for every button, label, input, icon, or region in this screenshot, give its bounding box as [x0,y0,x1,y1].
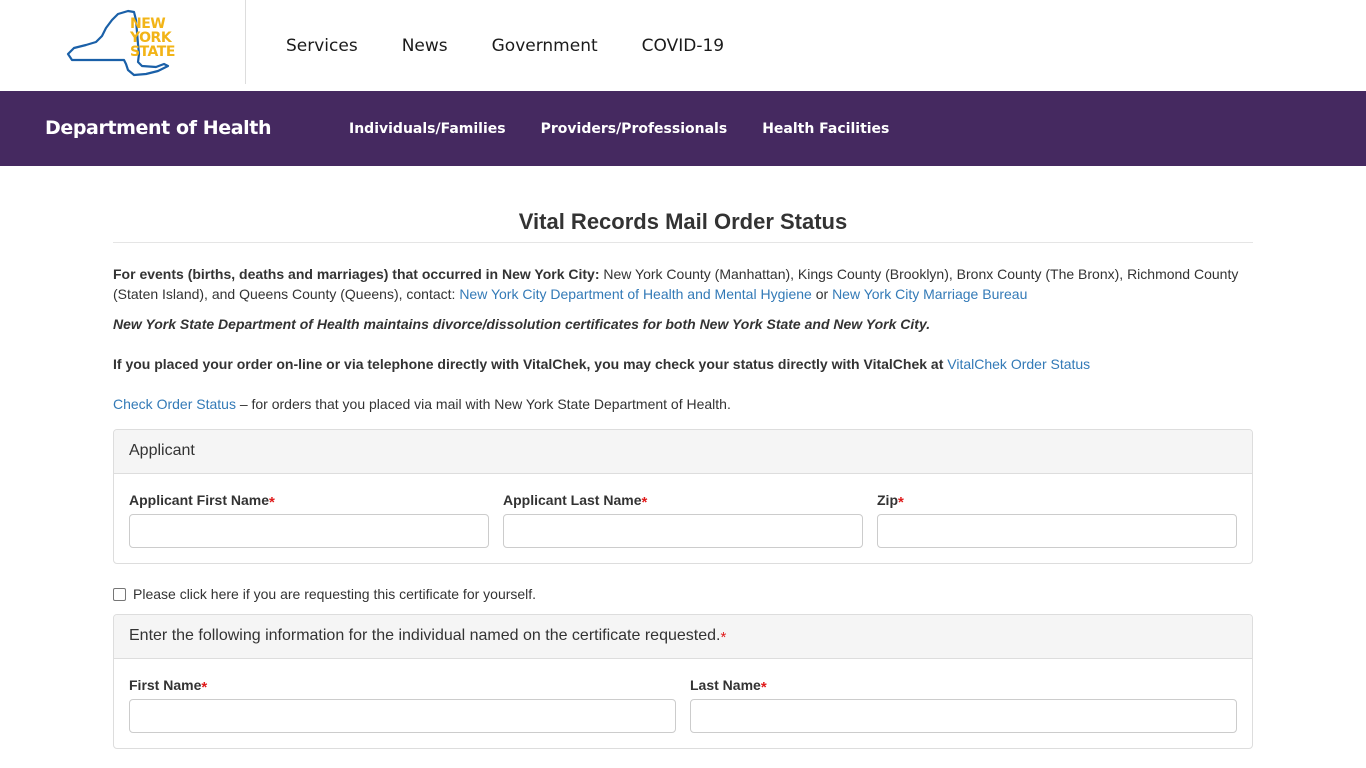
applicant-panel: Applicant Applicant First Name* Applican… [113,429,1253,564]
agency-nav-providers-professionals[interactable]: Providers/Professionals [541,121,728,137]
required-marker: * [201,679,208,696]
agency-nav-individuals-families[interactable]: Individuals/Families [349,121,506,137]
vitalchek-text: If you placed your order on-line or via … [113,356,944,372]
nyc-or-text: or [811,286,833,302]
required-marker: * [269,494,275,511]
last-name-label: Last Name* [690,677,767,696]
zip-label: Zip* [877,492,904,511]
divorce-note: New York State Department of Health main… [113,316,931,332]
check-order-status-link[interactable]: Check Order Status [113,396,236,412]
individual-panel-heading: Enter the following information for the … [114,615,1252,659]
header-divider [245,0,246,84]
first-name-input[interactable] [129,699,676,733]
state-header: NEW YORK STATE Services News Government … [0,0,1366,91]
nyc-intro-bold: For events (births, deaths and marriages… [113,266,600,282]
nys-logo[interactable]: NEW YORK STATE [66,8,182,80]
required-marker: * [641,494,648,511]
vitalchek-paragraph: If you placed your order on-line or via … [113,354,1253,374]
applicant-first-name-input[interactable] [129,514,489,548]
last-name-label-text: Last Name [690,677,761,693]
agency-bar: Department of Health Individuals/Familie… [0,91,1366,166]
agency-nav-health-facilities[interactable]: Health Facilities [762,121,889,137]
nyc-dohmh-link[interactable]: New York City Department of Health and M… [459,286,812,302]
logo-line-state: STATE [130,44,175,60]
applicant-last-name-label: Applicant Last Name* [503,492,648,511]
individual-panel-heading-text: Enter the following information for the … [129,627,721,644]
last-name-input[interactable] [690,699,1237,733]
applicant-panel-heading: Applicant [114,430,1252,474]
zip-input[interactable] [877,514,1237,548]
self-request-checkbox[interactable] [113,587,126,601]
nav-news[interactable]: News [402,36,448,56]
check-order-text: – for orders that you placed via mail wi… [235,396,731,412]
nyc-marriage-bureau-link[interactable]: New York City Marriage Bureau [832,286,1027,302]
page-title: Vital Records Mail Order Status [518,209,848,234]
nav-government[interactable]: Government [492,36,598,56]
applicant-first-name-label: Applicant First Name* [129,492,275,511]
first-name-label: First Name* [129,677,208,696]
applicant-last-name-label-text: Applicant Last Name [503,492,642,508]
title-divider [113,242,1253,243]
zip-label-text: Zip [877,492,898,508]
self-request-label[interactable]: Please click here if you are requesting … [133,586,536,602]
applicant-last-name-input[interactable] [503,514,863,548]
agency-nav: Individuals/Families Providers/Professio… [349,121,924,137]
first-name-label-text: First Name [129,677,202,693]
nys-logo-text: NEW YORK STATE [130,17,175,59]
nav-services[interactable]: Services [286,36,358,56]
top-nav: Services News Government COVID-19 [286,36,768,56]
logo-line-new: NEW [130,16,166,32]
agency-title[interactable]: Department of Health [45,117,272,139]
nav-covid-19[interactable]: COVID-19 [642,36,724,56]
self-request-row: Please click here if you are requesting … [113,586,536,602]
applicant-first-name-label-text: Applicant First Name [129,492,270,508]
required-marker: * [898,494,904,511]
check-order-paragraph: Check Order Status – for orders that you… [113,394,1253,414]
required-marker: * [760,679,767,696]
required-marker: * [720,629,727,646]
individual-panel: Enter the following information for the … [113,614,1253,749]
logo-line-york: YORK [130,30,172,46]
vitalchek-order-status-link[interactable]: VitalChek Order Status [947,356,1090,372]
nyc-events-paragraph: For events (births, deaths and marriages… [113,264,1253,304]
